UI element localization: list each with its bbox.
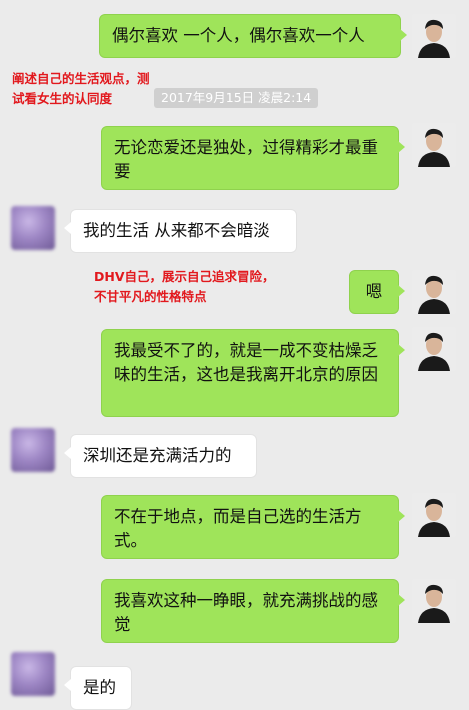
message-timestamp: 2017年9月15日 凌晨2:14 xyxy=(154,88,319,108)
message-bubble-sent[interactable]: 我最受不了的，就是一成不变枯燥乏味的生活，这也是我离开北京的原因 xyxy=(101,329,405,417)
message-bubble-received[interactable]: 我的生活 从来都不会暗淡 xyxy=(64,209,297,253)
message-text: 嗯 xyxy=(365,282,383,301)
user-avatar-icon[interactable] xyxy=(412,579,456,623)
user-avatar-icon[interactable] xyxy=(412,14,456,58)
chat-area: 偶尔喜欢 一个人，偶尔喜欢一个人 阐述自己的生活观点，测 试看女生的认同度 20… xyxy=(0,0,469,710)
message-bubble-received[interactable]: 深圳还是充满活力的 xyxy=(64,434,257,478)
message-bubble-sent[interactable]: 我喜欢这种一睁眼，就充满挑战的感觉 xyxy=(101,579,405,643)
message-bubble-sent[interactable]: 无论恋爱还是独处，过得精彩才最重要 xyxy=(101,126,405,190)
user-avatar-icon[interactable] xyxy=(412,493,456,537)
message-text: 无论恋爱还是独处，过得精彩才最重要 xyxy=(114,138,378,181)
annotation-note: DHV自己，展示自己追求冒险， 不甘平凡的性格特点 xyxy=(94,269,275,304)
message-text: 偶尔喜欢 一个人，偶尔喜欢一个人 xyxy=(112,26,365,45)
user-avatar-icon[interactable] xyxy=(412,123,456,167)
contact-avatar-icon[interactable] xyxy=(11,652,55,696)
contact-avatar-icon[interactable] xyxy=(11,206,55,250)
message-text: 深圳还是充满活力的 xyxy=(83,446,232,465)
user-avatar-icon[interactable] xyxy=(412,270,456,314)
message-text: 是的 xyxy=(83,678,116,697)
message-text: 我最受不了的，就是一成不变枯燥乏味的生活，这也是我离开北京的原因 xyxy=(114,341,378,384)
message-bubble-sent[interactable]: 不在于地点，而是自己选的生活方式。 xyxy=(101,495,405,559)
annotation-note: 阐述自己的生活观点，测 试看女生的认同度 xyxy=(12,71,150,106)
message-bubble-sent[interactable]: 嗯 xyxy=(349,270,405,314)
message-text: 我喜欢这种一睁眼，就充满挑战的感觉 xyxy=(114,591,378,634)
message-bubble-sent[interactable]: 偶尔喜欢 一个人，偶尔喜欢一个人 xyxy=(99,14,407,58)
contact-avatar-icon[interactable] xyxy=(11,428,55,472)
message-bubble-received[interactable]: 是的 xyxy=(64,666,132,710)
message-text: 我的生活 从来都不会暗淡 xyxy=(83,221,270,240)
user-avatar-icon[interactable] xyxy=(412,327,456,371)
message-text: 不在于地点，而是自己选的生活方式。 xyxy=(114,507,362,550)
